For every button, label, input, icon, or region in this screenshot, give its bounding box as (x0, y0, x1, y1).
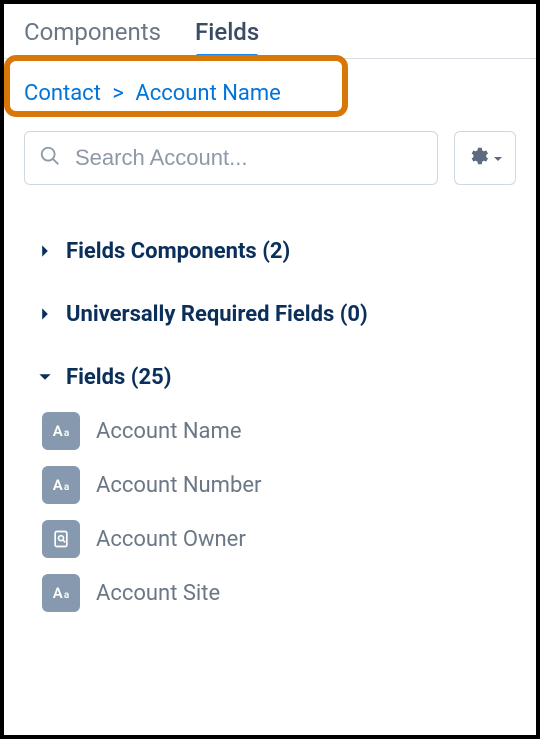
chevron-down-icon (493, 149, 503, 168)
section-fields[interactable]: Fields (25) (38, 365, 516, 390)
section-fields-components[interactable]: Fields Components (2) (38, 239, 516, 264)
text-field-icon: Aa (42, 466, 80, 504)
chevron-right-icon (38, 307, 54, 323)
chevron-down-icon (38, 370, 54, 386)
field-list: Aa Account Name Aa Account Number Accoun… (42, 412, 516, 612)
breadcrumb-current-link[interactable]: Account Name (135, 81, 280, 106)
gear-icon (467, 145, 489, 171)
chevron-right-icon (38, 244, 54, 260)
search-input[interactable] (73, 144, 423, 172)
text-field-icon: Aa (42, 412, 80, 450)
field-label: Account Number (96, 473, 261, 498)
lookup-field-icon (42, 520, 80, 558)
sections: Fields Components (2) Universally Requir… (4, 185, 536, 612)
section-title: Fields (25) (66, 365, 171, 390)
section-universally-required[interactable]: Universally Required Fields (0) (38, 302, 516, 327)
settings-button[interactable] (454, 131, 516, 185)
breadcrumb: Contact > Account Name (4, 59, 536, 127)
field-item[interactable]: Aa Account Name (42, 412, 516, 450)
search-box[interactable] (24, 131, 438, 185)
section-title: Fields Components (2) (66, 239, 290, 264)
left-panel: Components Fields Contact > Account Name (0, 0, 540, 739)
field-item[interactable]: Aa Account Number (42, 466, 516, 504)
search-icon (39, 145, 61, 171)
tab-components[interactable]: Components (24, 18, 161, 58)
breadcrumb-separator: > (112, 81, 124, 106)
field-item[interactable]: Account Owner (42, 520, 516, 558)
panel-tabs: Components Fields (4, 4, 536, 59)
field-label: Account Site (96, 581, 220, 606)
section-title: Universally Required Fields (0) (66, 302, 368, 327)
search-row (4, 127, 536, 185)
text-field-icon: Aa (42, 574, 80, 612)
breadcrumb-root-link[interactable]: Contact (24, 81, 101, 106)
field-label: Account Name (96, 419, 241, 444)
field-label: Account Owner (96, 527, 246, 552)
field-item[interactable]: Aa Account Site (42, 574, 516, 612)
tab-fields[interactable]: Fields (195, 18, 259, 58)
